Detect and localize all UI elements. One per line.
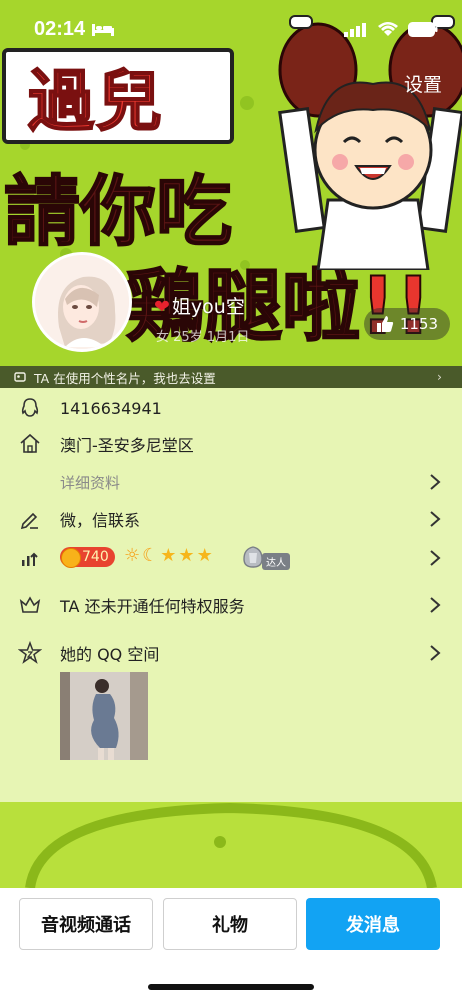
signature-row[interactable]: 微，信联系: [0, 499, 462, 539]
chevron-right-icon: [430, 511, 441, 527]
home-icon: [20, 433, 40, 453]
chevron-right-icon: [430, 645, 441, 661]
profile-sub-info: 女 25岁 1月1日: [156, 330, 250, 345]
privilege-row[interactable]: TA 还未开通任何特权服务: [0, 585, 462, 625]
star-icon: ★: [160, 545, 177, 566]
av-call-button[interactable]: 音视频通话: [19, 898, 153, 950]
nickname-text: 姐you空: [171, 296, 245, 318]
qzone-text: 她的 QQ 空间: [60, 645, 160, 664]
moon-icon: ☾: [142, 545, 159, 566]
location-text: 澳门-圣安多尼堂区: [60, 436, 194, 455]
card-notice-bar[interactable]: TA 在使用个性名片，我也去设置 ›: [0, 366, 462, 388]
home-indicator[interactable]: [148, 984, 314, 990]
star-icon: ★: [178, 545, 195, 566]
card-notice-text: TA 在使用个性名片，我也去设置: [34, 370, 216, 386]
chevron-right-icon: [430, 597, 441, 613]
level-value: 740: [82, 549, 109, 565]
bottom-decoration: [0, 802, 462, 888]
action-bar: 音视频通话 礼物 发消息: [0, 888, 462, 1000]
card-icon: [14, 372, 26, 382]
crown-icon: [19, 596, 41, 613]
level-icons: ☼ ☾ ★ ★ ★: [124, 545, 213, 566]
chevron-right-icon: [430, 550, 441, 566]
avatar[interactable]: [32, 252, 132, 352]
qzone-photo-thumbnail[interactable]: [60, 672, 148, 760]
sun-icon: ☼: [124, 545, 141, 566]
cover-sign-text: 過兒: [27, 62, 164, 141]
nickname: ❤ 姐you空: [154, 292, 245, 319]
decorative-curve: [25, 802, 437, 888]
signal-icon: [344, 22, 366, 37]
send-message-button[interactable]: 发消息: [306, 898, 440, 950]
detail-info-link: 详细资料: [60, 473, 121, 492]
star-icon: ★: [196, 545, 213, 566]
signature-text: 微，信联系: [60, 511, 141, 530]
qq-number: 1416634941: [60, 398, 162, 418]
detail-info-row[interactable]: 详细资料: [0, 462, 462, 502]
heart-icon: ❤: [154, 296, 170, 318]
profile-info-list: 1416634941 澳门-圣安多尼堂区 详细资料 微，信联系 740 ☼ ☾ …: [0, 388, 462, 802]
daren-badge: 达人: [238, 545, 294, 570]
status-time: 02:14: [34, 18, 86, 40]
level-row[interactable]: 740 ☼ ☾ ★ ★ ★ 达人: [0, 541, 462, 575]
wifi-icon: [378, 22, 398, 36]
cover-dot: [240, 96, 254, 110]
photo-illustration: [60, 672, 148, 760]
wings-icon: [243, 546, 263, 568]
like-count: 1153: [399, 315, 438, 333]
status-icons: [344, 22, 438, 37]
privilege-text: TA 还未开通任何特权服务: [60, 597, 245, 616]
qzone-row[interactable]: 她的 QQ 空间: [0, 633, 462, 673]
penguin-icon: [21, 398, 39, 417]
level-badge: 740: [60, 547, 115, 568]
chevron-right-icon: ›: [437, 369, 442, 384]
bed-icon: [92, 24, 114, 36]
star-icon: [18, 641, 42, 664]
like-button[interactable]: 1153: [363, 308, 450, 340]
like-icon: [376, 316, 393, 332]
settings-link[interactable]: 设置: [404, 70, 442, 97]
status-bar: 02:14: [0, 0, 462, 60]
chevron-right-icon: [430, 474, 441, 490]
trend-icon: [22, 552, 38, 566]
daren-tag: 达人: [262, 553, 290, 570]
pencil-icon: [20, 512, 38, 530]
location-row: 澳门-圣安多尼堂区: [0, 424, 462, 464]
qq-number-row: 1416634941: [0, 388, 462, 428]
battery-icon: [408, 22, 438, 37]
gift-button[interactable]: 礼物: [163, 898, 297, 950]
